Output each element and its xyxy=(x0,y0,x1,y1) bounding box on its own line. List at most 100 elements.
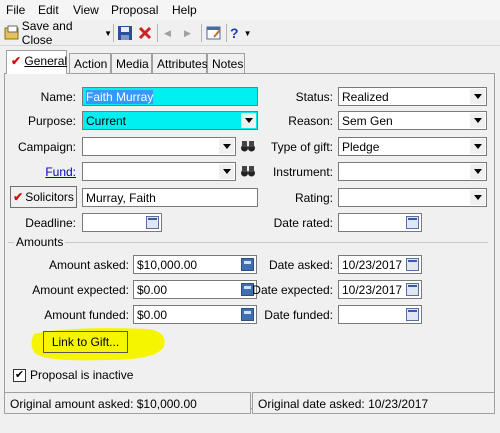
date-funded-label: Date funded: xyxy=(264,308,333,322)
date-asked-field[interactable]: 10/23/2017 xyxy=(338,255,422,274)
status-label: Status: xyxy=(295,90,333,104)
calendar-icon[interactable] xyxy=(146,216,159,229)
save-and-close-button[interactable]: Save and Close ▼ xyxy=(4,19,112,47)
fund-link[interactable]: Fund: xyxy=(45,165,76,179)
rating-label: Rating: xyxy=(294,191,333,205)
chevron-down-icon[interactable] xyxy=(470,113,485,128)
date-expected-value: 10/23/2017 xyxy=(342,283,403,297)
help-button[interactable]: ? ▼ xyxy=(230,23,256,43)
triangle-left-icon: ◀ xyxy=(164,27,171,38)
check-mark-icon: ✔ xyxy=(11,54,22,68)
name-value: Faith Murray xyxy=(86,90,154,104)
toolbar-separator xyxy=(113,24,114,42)
calculator-icon[interactable] xyxy=(241,308,254,321)
chevron-down-icon[interactable] xyxy=(219,164,234,179)
link-to-gift-button[interactable]: Link to Gift... xyxy=(43,331,128,353)
type-of-gift-value: Pledge xyxy=(342,140,380,154)
status-value: Realized xyxy=(342,90,389,104)
chevron-down-icon: ▼ xyxy=(243,28,252,38)
chevron-down-icon[interactable] xyxy=(219,139,234,154)
menu-file[interactable]: File xyxy=(6,3,25,17)
original-date-status: Original date asked: 10/23/2017 xyxy=(252,392,495,414)
amount-asked-label: Amount asked: xyxy=(48,258,129,272)
menu-proposal[interactable]: Proposal xyxy=(111,3,158,17)
tab-notes[interactable]: Notes xyxy=(207,53,245,73)
amounts-group-label: Amounts xyxy=(14,235,66,249)
date-funded-field[interactable] xyxy=(338,305,422,324)
previous-record-button[interactable]: ◀ xyxy=(164,23,174,43)
calendar-icon[interactable] xyxy=(406,258,419,271)
proposal-inactive-checkbox[interactable]: ✔ xyxy=(13,369,26,382)
calendar-icon[interactable] xyxy=(406,216,419,229)
reason-label: Reason: xyxy=(288,114,333,128)
question-mark-icon: ? xyxy=(230,25,239,41)
floppy-disk-icon xyxy=(118,26,132,40)
delete-button[interactable] xyxy=(137,23,153,43)
next-record-button[interactable]: ▶ xyxy=(184,23,194,43)
calculator-icon[interactable] xyxy=(241,258,254,271)
toolbar: Save and Close ▼ ◀ ▶ ? ▼ xyxy=(0,19,500,47)
amount-funded-field[interactable]: $0.00 xyxy=(133,305,257,324)
tab-general[interactable]: ✔ General xyxy=(6,50,67,74)
amount-expected-label: Amount expected: xyxy=(32,283,129,297)
chevron-down-icon[interactable] xyxy=(470,139,485,154)
chevron-down-icon[interactable] xyxy=(470,190,485,205)
campaign-label: Campaign: xyxy=(17,140,76,154)
chevron-down-icon[interactable] xyxy=(241,113,256,128)
deadline-date-field[interactable] xyxy=(82,213,162,232)
menu-edit[interactable]: Edit xyxy=(38,3,59,17)
proposal-inactive-label: Proposal is inactive xyxy=(30,368,134,382)
campaign-dropdown[interactable] xyxy=(82,137,236,156)
toolbar-separator xyxy=(201,24,202,42)
date-asked-value: 10/23/2017 xyxy=(342,258,403,272)
binoculars-icon[interactable] xyxy=(240,138,256,154)
toolbar-separator xyxy=(226,24,227,42)
name-field[interactable]: Faith Murray xyxy=(82,87,258,106)
calendar-icon[interactable] xyxy=(406,283,419,296)
binoculars-icon[interactable] xyxy=(240,163,256,179)
properties-window-icon xyxy=(206,26,221,40)
solicitors-button[interactable]: ✔ Solicitors xyxy=(10,186,77,208)
solicitors-field[interactable]: Murray, Faith xyxy=(82,188,258,207)
date-rated-label: Date rated: xyxy=(273,216,333,230)
amount-funded-label: Amount funded: xyxy=(44,308,129,322)
menu-bar: File Edit View Proposal Help xyxy=(0,0,500,20)
reason-dropdown[interactable]: Sem Gen xyxy=(338,111,487,130)
amount-expected-field[interactable]: $0.00 xyxy=(133,280,257,299)
menu-view[interactable]: View xyxy=(73,3,99,17)
chevron-down-icon[interactable] xyxy=(470,164,485,179)
purpose-label: Purpose: xyxy=(27,114,76,128)
amount-funded-value: $0.00 xyxy=(137,308,168,322)
save-button[interactable] xyxy=(117,23,133,43)
date-rated-field[interactable] xyxy=(338,213,422,232)
properties-button[interactable] xyxy=(206,23,222,43)
calendar-icon[interactable] xyxy=(406,308,419,321)
instrument-label: Instrument: xyxy=(272,165,333,179)
amounts-divider xyxy=(8,242,488,243)
status-dropdown[interactable]: Realized xyxy=(338,87,487,106)
check-mark-icon: ✔ xyxy=(14,369,25,381)
amount-expected-value: $0.00 xyxy=(137,283,168,297)
chevron-down-icon: ▼ xyxy=(104,28,112,38)
instrument-dropdown[interactable] xyxy=(338,162,487,181)
purpose-dropdown[interactable]: Current xyxy=(82,111,258,130)
rating-dropdown[interactable] xyxy=(338,188,487,207)
type-of-gift-label: Type of gift: xyxy=(270,140,333,154)
type-of-gift-dropdown[interactable]: Pledge xyxy=(338,137,487,156)
fund-dropdown[interactable] xyxy=(82,162,236,181)
check-mark-icon: ✔ xyxy=(13,190,24,204)
tab-action[interactable]: Action xyxy=(69,53,111,73)
chevron-down-icon[interactable] xyxy=(470,89,485,104)
triangle-right-icon: ▶ xyxy=(184,27,191,38)
deadline-label: Deadline: xyxy=(25,216,76,230)
amount-asked-value: $10,000.00 xyxy=(137,258,198,272)
toolbar-separator xyxy=(157,24,158,42)
tab-general-label: General xyxy=(24,54,68,68)
menu-help[interactable]: Help xyxy=(172,3,197,17)
amount-asked-field[interactable]: $10,000.00 xyxy=(133,255,257,274)
tab-attributes[interactable]: Attributes xyxy=(152,53,208,73)
save-close-icon xyxy=(4,25,19,40)
date-expected-field[interactable]: 10/23/2017 xyxy=(338,280,422,299)
name-label: Name: xyxy=(40,90,76,104)
tab-media[interactable]: Media xyxy=(111,53,152,73)
